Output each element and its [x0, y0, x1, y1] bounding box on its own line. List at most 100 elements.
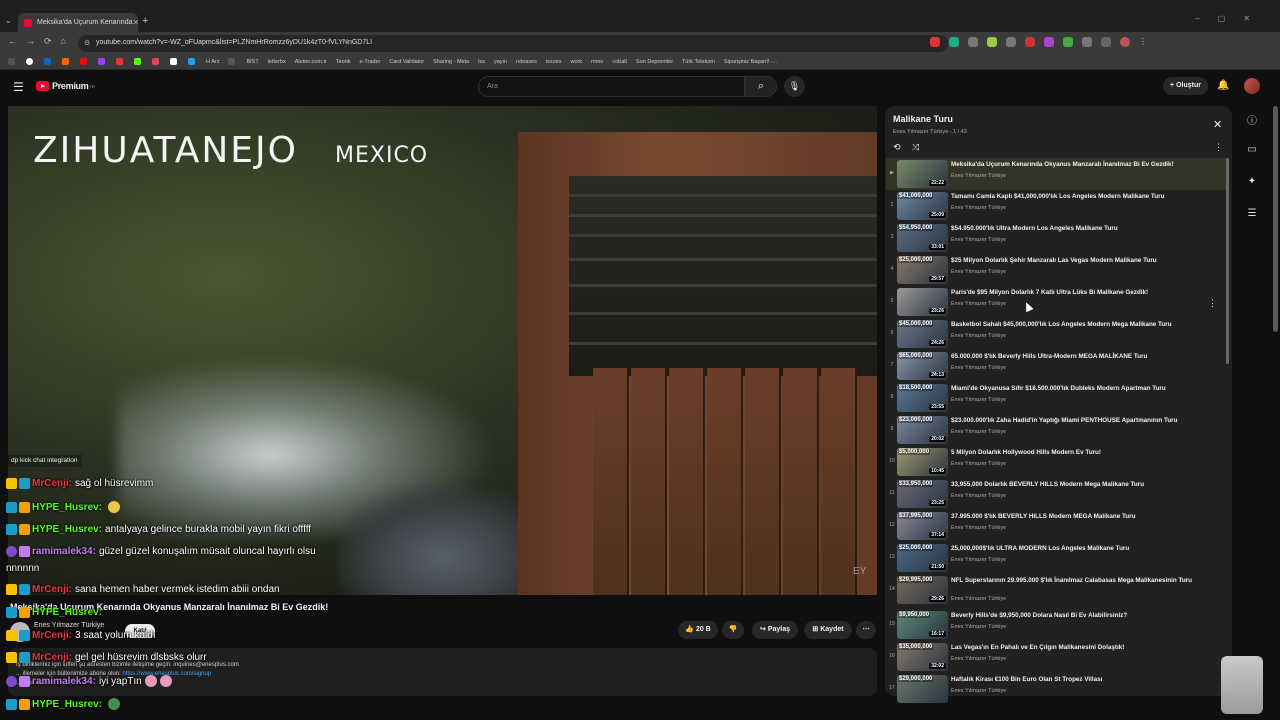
playlist-item[interactable]: 7 $65,000,000 24:13 65.000.000 $'lık Beverl…	[886, 350, 1226, 382]
bookmark-etrader[interactable]: e-Trader	[360, 59, 381, 65]
playlist-title[interactable]: Malikane Turu	[893, 114, 953, 124]
playlist-item-thumbnail[interactable]: $45,000,000 24:26	[897, 320, 948, 348]
new-tab-icon[interactable]: +	[142, 15, 148, 27]
playlist-item-thumbnail[interactable]: $25,000,000 29:57	[897, 256, 948, 284]
playlist-item-thumbnail[interactable]: $35,000,000 32:02	[897, 643, 948, 671]
extension-icon[interactable]	[1063, 37, 1073, 47]
playlist-item[interactable]: 13 $25,000,000 21:50 25,000,000$'lık ULTRA …	[886, 542, 1226, 574]
bookmark-cobalt[interactable]: cobalt	[612, 59, 627, 65]
item-menu-icon[interactable]: ⋮	[1208, 298, 1217, 309]
extension-icon[interactable]	[987, 37, 997, 47]
playlist-item[interactable]: 11 $33,950,000 23:25 33,955,000 Dolarlık BE…	[886, 478, 1226, 510]
playlist-item-thumbnail[interactable]: $65,000,000 24:13	[897, 352, 948, 380]
bookmark-harz[interactable]: H Arz	[206, 59, 219, 65]
extension-icon[interactable]	[1082, 37, 1092, 47]
tab-search-icon[interactable]: ⌄	[5, 16, 12, 25]
voice-search-button[interactable]: 🎙	[784, 76, 805, 97]
close-icon[interactable]: ✕	[1213, 118, 1222, 131]
bookmark-bist[interactable]: BIST	[246, 59, 258, 65]
playlist-item[interactable]: 14 $29,995,000 29:26 NFL Superstarının 29.9…	[886, 574, 1226, 610]
extension-icon[interactable]	[930, 37, 940, 47]
share-button[interactable]: ↪ Paylaş	[752, 621, 798, 639]
playlist-item-thumbnail[interactable]: $25,000,000 21:50	[897, 544, 948, 572]
notifications-icon[interactable]: 🔔	[1217, 80, 1229, 91]
bookmark-issues[interactable]: issues	[546, 59, 562, 65]
extension-icon[interactable]	[1025, 37, 1035, 47]
bookmark-lss[interactable]: lss	[478, 59, 485, 65]
playlist-item[interactable]: 3 $54,950,000 33:01 $54.950.000'lık Ultra M…	[886, 222, 1226, 254]
video-player[interactable]	[8, 106, 877, 595]
search-button[interactable]: ⌕	[745, 76, 777, 97]
window-controls[interactable]: –▢✕	[1195, 14, 1268, 23]
playlist-scrollbar[interactable]	[1226, 158, 1229, 364]
bookmark-letterbx[interactable]: letterbx	[268, 59, 286, 65]
more-actions-button[interactable]: ⋯	[856, 621, 876, 639]
extension-icon[interactable]	[1006, 37, 1016, 47]
tab-close-icon[interactable]: ✕	[133, 18, 139, 27]
playlist-item[interactable]: 2 $41,000,000 25:09 Tamamı Camla Kaplı $41,…	[886, 190, 1226, 222]
channel-name[interactable]: Enes Yılmazer Türkiye	[34, 622, 104, 629]
playlist-item-thumbnail[interactable]: $29,000,000	[897, 675, 948, 703]
playlist-item-thumbnail[interactable]: $54,950,000 33:01	[897, 224, 948, 252]
playlist-item[interactable]: 8 $18,500,000 23:55 Miami'de Okyanusa Sıfır…	[886, 382, 1226, 414]
playlist-item[interactable]: ▶ 22:22 Meksika'da Uçurum Kenarında Okyanu…	[886, 158, 1226, 190]
browser-tab[interactable]: Meksika'da Uçurum Kenarında ✕	[18, 13, 138, 32]
save-button[interactable]: ⊞ Kaydet	[804, 621, 852, 639]
more-vert-icon[interactable]: ⋮	[1214, 142, 1223, 153]
playlist-item[interactable]: 17 $29,000,000 Haftalık Kirası €100 Bin Eu…	[886, 673, 1226, 705]
playlist-item-thumbnail[interactable]: 22:22	[897, 160, 948, 188]
page-scrollbar[interactable]	[1273, 106, 1278, 332]
playlist-item-thumbnail[interactable]: $9,950,000 16:17	[897, 611, 948, 639]
bookmark-icon[interactable]	[152, 58, 159, 65]
profile-icon[interactable]	[1120, 37, 1130, 47]
playlist-item-thumbnail[interactable]: $33,950,000 23:25	[897, 480, 948, 508]
playlist-item-thumbnail[interactable]: $18,500,000 23:55	[897, 384, 948, 412]
bookmark-turk-telekom[interactable]: Türk Telekom	[682, 59, 715, 65]
playlist-item[interactable]: 10 $5,000,000 10:45 5 Milyon Dolarlık Holly…	[886, 446, 1226, 478]
bookmark-sharing-meta[interactable]: Sharing - Meta	[433, 59, 469, 65]
extension-icon[interactable]	[968, 37, 978, 47]
bookmark-icon[interactable]	[44, 58, 51, 65]
bookmark-icon[interactable]	[116, 58, 123, 65]
extension-icon[interactable]	[949, 37, 959, 47]
bookmark-icon[interactable]	[26, 58, 33, 65]
dislike-button[interactable]: 👎	[722, 621, 744, 639]
bookmark-siparis[interactable]: Siparişiniz Başarıl! -...	[724, 59, 777, 65]
playlist-item-thumbnail[interactable]: $37,995,000 37:14	[897, 512, 948, 540]
playlist-item[interactable]: 9 $23,000,000 20:02 $23.000.000'lık Zaha Ha…	[886, 414, 1226, 446]
bookmark-icon[interactable]	[188, 58, 195, 65]
playlist-item[interactable]: 15 $9,950,000 16:17 Beverly Hills'de $9,950…	[886, 609, 1226, 641]
bookmark-work[interactable]: work	[571, 59, 583, 65]
playlist-item-thumbnail[interactable]: $41,000,000 25:09	[897, 192, 948, 220]
playlist-item-thumbnail[interactable]: $5,000,000 10:45	[897, 448, 948, 476]
bookmark-teorik[interactable]: Teorik	[336, 59, 351, 65]
bookmark-releases[interactable]: releases	[516, 59, 537, 65]
create-button[interactable]: + Oluştur	[1163, 77, 1208, 95]
extension-icon[interactable]	[1044, 37, 1054, 47]
menu-icon[interactable]: ⋮	[1139, 37, 1149, 47]
bookmark-icon[interactable]	[170, 58, 177, 65]
chat-icon[interactable]: ▭	[1245, 144, 1259, 155]
youtube-logo[interactable]: Premium TR	[36, 81, 95, 91]
info-icon[interactable]: ⓘ	[1245, 112, 1259, 127]
menu-icon[interactable]: ☰	[13, 80, 24, 94]
bookmark-icon[interactable]	[134, 58, 141, 65]
extension-icon[interactable]	[1101, 37, 1111, 47]
bookmark-icon[interactable]	[228, 58, 236, 65]
bookmark-son-depremler[interactable]: Son Depremler	[636, 59, 673, 65]
bookmark-card-validator[interactable]: Card Validator	[389, 59, 424, 65]
account-avatar[interactable]	[1244, 78, 1260, 94]
playlist-item[interactable]: 16 $35,000,000 32:02 Las Vegas'ın En Pahalı…	[886, 641, 1226, 673]
nav-buttons[interactable]: ←→⟳⌂	[8, 36, 75, 47]
playlist-item[interactable]: 12 $37,995,000 37:14 37.995.000 $'lık BEVER…	[886, 510, 1226, 542]
sparkle-icon[interactable]: ✦	[1245, 176, 1259, 187]
like-button[interactable]: 👍 20 B	[678, 621, 718, 639]
playlist-icon[interactable]: ☰	[1245, 208, 1259, 219]
loop-icon[interactable]: ⟲	[893, 142, 901, 153]
bookmark-icon[interactable]	[62, 58, 69, 65]
bookmark-aletier[interactable]: Aletier.com.tr	[295, 59, 327, 65]
bookmark-mmo[interactable]: mmo	[591, 59, 603, 65]
playlist-item-thumbnail[interactable]: $29,995,000 29:26	[897, 576, 948, 604]
bookmark-icon[interactable]	[80, 58, 87, 65]
search-input[interactable]: Ara	[478, 76, 745, 97]
